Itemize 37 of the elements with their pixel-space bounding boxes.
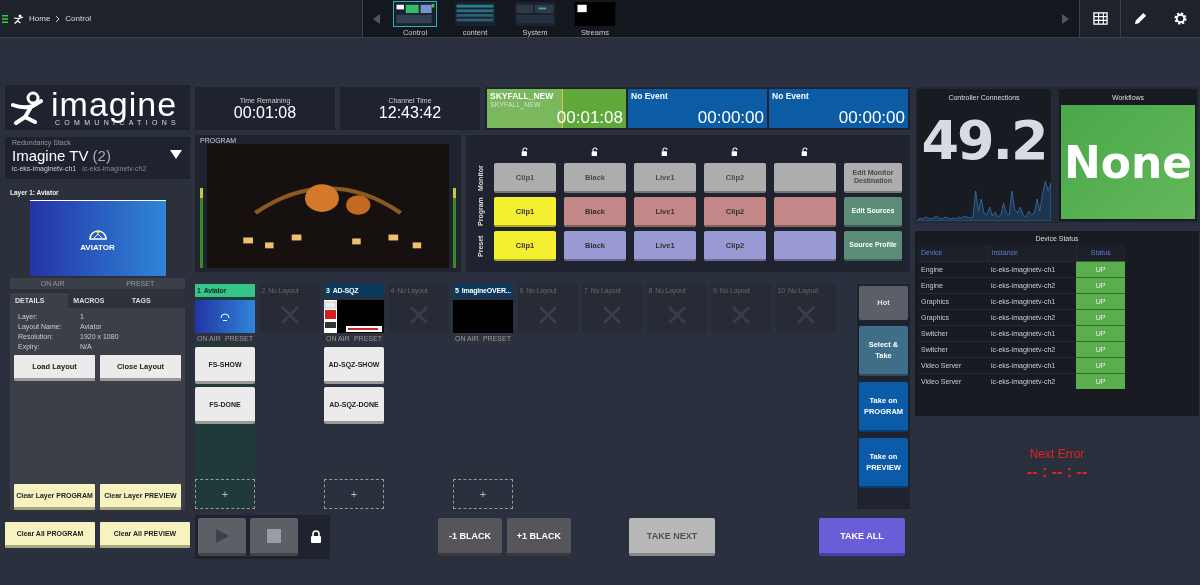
play-icon [214,527,230,544]
layout-thumbnail [453,300,513,333]
stack-name: Imagine TV (2) [12,147,112,164]
offset-button[interactable]: -1 BLACK [438,518,502,556]
open-padlock-icon[interactable] [521,147,529,157]
offset-button[interactable]: +1 BLACK [507,518,571,556]
right-arrow-icon[interactable] [1061,13,1069,24]
take-all-button[interactable]: TAKE ALL [819,518,905,556]
open-padlock-icon[interactable] [801,147,809,157]
dropdown-icon[interactable] [170,150,182,159]
error-label: Next Error [1029,447,1085,461]
stop-icon [266,527,282,544]
layer-thumbnail: AVIATOR [29,200,166,276]
menu-icon[interactable] [2,13,8,24]
add-macro-button[interactable]: + [324,479,384,509]
padlock-icon[interactable] [310,530,322,544]
error-countdown: -- : -- : -- [1026,463,1088,481]
add-macro-button[interactable]: + [195,479,255,509]
stop-button[interactable] [250,518,298,556]
event-title: No Event [772,91,810,101]
open-padlock-icon[interactable] [661,147,669,157]
clock-value: 12:43:42 [378,103,442,121]
event-title: SKYFALL_NEW [490,91,555,101]
stat-value: None [1061,105,1195,219]
stat-value: 49.2 [921,109,1047,172]
chevron-icon [55,14,61,23]
breadcrumb-link[interactable]: Control [65,14,92,23]
event-time: 00:00:00 [837,109,905,126]
breadcrumb-link[interactable]: Home [29,14,51,23]
left-arrow-icon[interactable] [373,13,381,24]
open-padlock-icon[interactable] [731,147,739,157]
logo-icon [13,13,24,24]
layout-thumbnail [195,300,255,333]
add-macro-button[interactable]: + [453,479,513,509]
event-title: No Event [631,91,669,101]
event-time: 00:00:00 [696,109,764,126]
open-padlock-icon[interactable] [591,147,599,157]
